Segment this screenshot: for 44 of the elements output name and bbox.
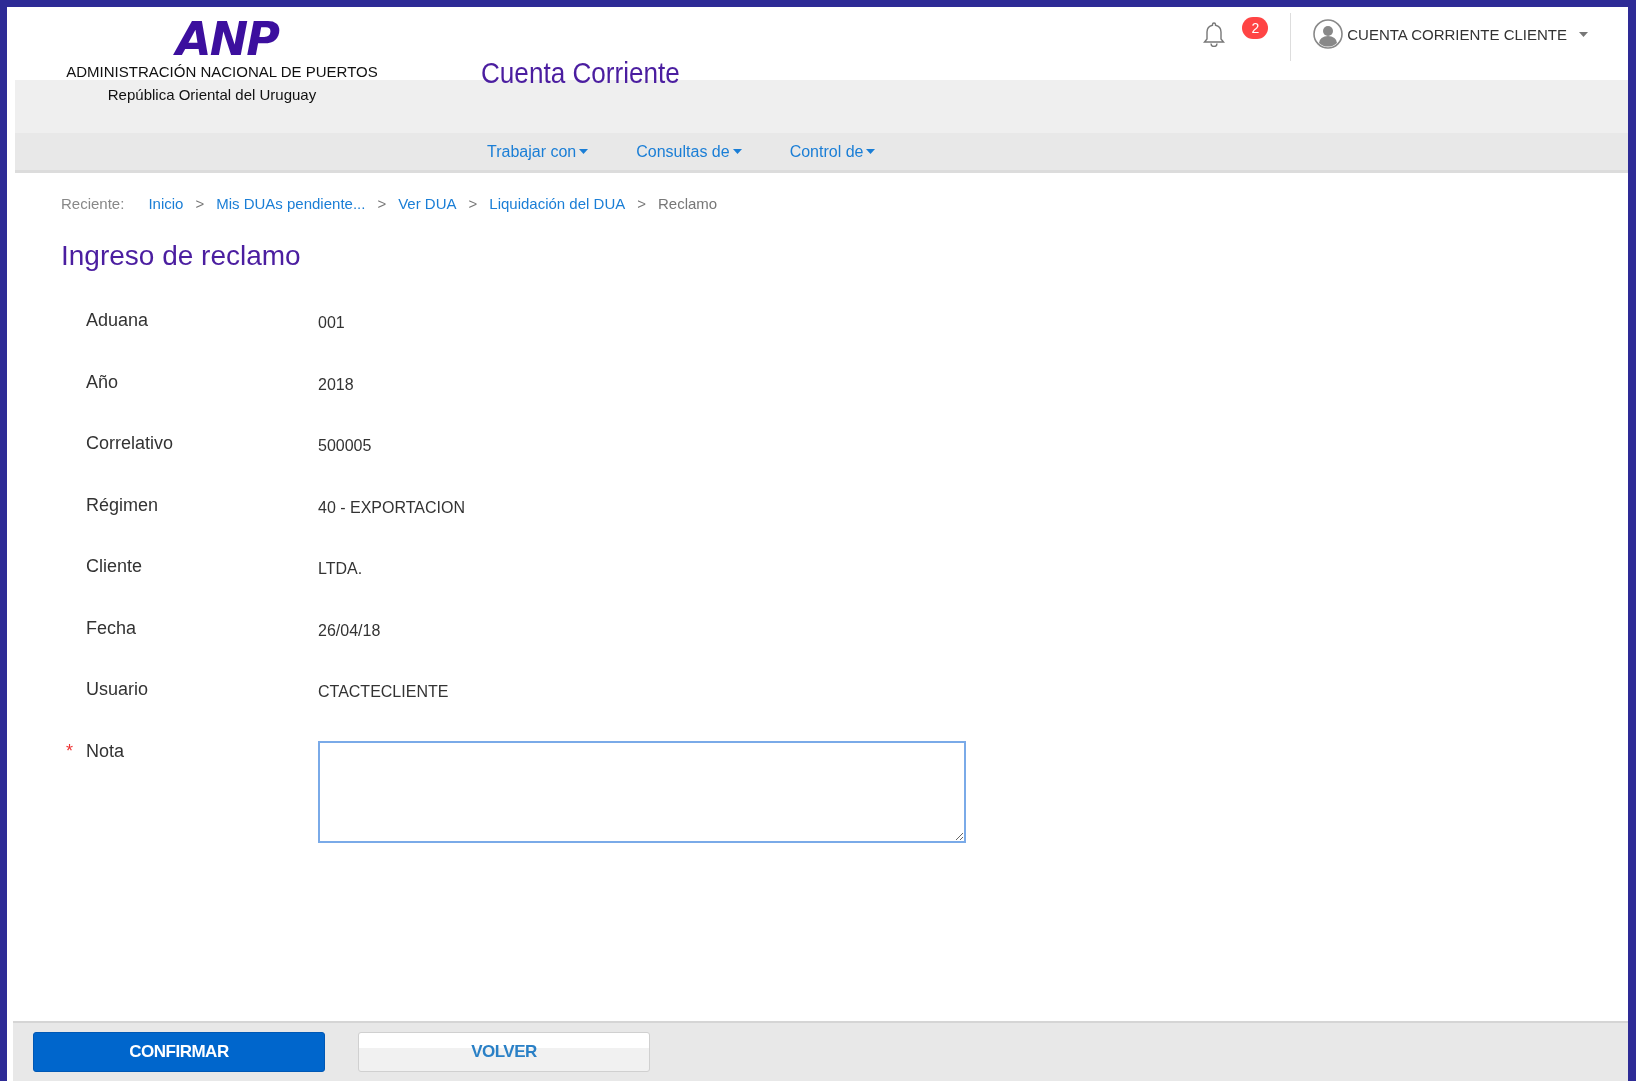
field-label: Fecha — [86, 617, 138, 640]
nav-menu[interactable]: Trabajar con — [487, 142, 589, 161]
field-label: Cliente — [86, 556, 144, 578]
organization-name: ADMINISTRACIÓN NACIONAL DE PUERTOS — [66, 63, 378, 80]
nav-menu[interactable]: Consultas de — [636, 142, 742, 161]
field-value: 26/04/18 — [318, 620, 382, 641]
nav-menu[interactable]: Control de — [789, 142, 876, 161]
breadcrumb-link[interactable]: Liquidación del DUA — [489, 195, 626, 212]
field-label: Usuario — [86, 679, 150, 701]
country-name: República Oriental del Uruguay — [107, 86, 317, 103]
user-avatar-icon — [1313, 19, 1344, 49]
field-value: 001 — [318, 313, 346, 333]
field-label: Aduana — [86, 310, 150, 332]
back-button[interactable]: VOLVER — [358, 1032, 650, 1072]
field-value: 500005 — [318, 436, 373, 456]
user-menu[interactable]: CUENTA CORRIENTE CLIENTE — [1313, 13, 1588, 55]
caret-icon — [1579, 31, 1588, 37]
notification-count: 2 — [1242, 17, 1269, 39]
field-value: 40 - EXPORTACION — [318, 497, 466, 518]
breadcrumb-link[interactable]: Ver DUA — [398, 195, 457, 212]
bell-icon[interactable] — [1202, 21, 1227, 47]
breadcrumb-link[interactable]: Mis DUAs pendiente... — [216, 195, 366, 212]
breadcrumb-label: Reciente: — [61, 195, 125, 212]
confirm-button[interactable]: CONFIRMAR — [33, 1032, 325, 1072]
caret-icon — [579, 149, 589, 154]
field-value: LTDA. — [318, 559, 364, 579]
app-title: Cuenta Corriente — [481, 57, 680, 90]
field-value: 2018 — [318, 374, 355, 395]
field-label: Correlativo — [86, 433, 175, 455]
breadcrumb-separator: > — [468, 195, 478, 212]
field-label: Año — [86, 371, 120, 394]
note-field[interactable] — [318, 740, 966, 843]
caret-icon — [732, 149, 742, 154]
breadcrumb-link[interactable]: Inicio — [148, 195, 184, 212]
breadcrumb-current: Reclamo — [658, 195, 718, 212]
breadcrumb-separator: > — [195, 195, 205, 212]
page-heading: Ingreso de reclamo — [61, 240, 302, 272]
caret-icon — [866, 149, 876, 154]
required-mark: * — [66, 740, 73, 762]
field-value: CTACTECLIENTE — [318, 682, 450, 702]
breadcrumb-separator: > — [637, 195, 646, 212]
breadcrumb-separator: > — [377, 195, 387, 212]
field-label: Régimen — [86, 494, 160, 517]
field-label: Nota — [86, 740, 125, 761]
